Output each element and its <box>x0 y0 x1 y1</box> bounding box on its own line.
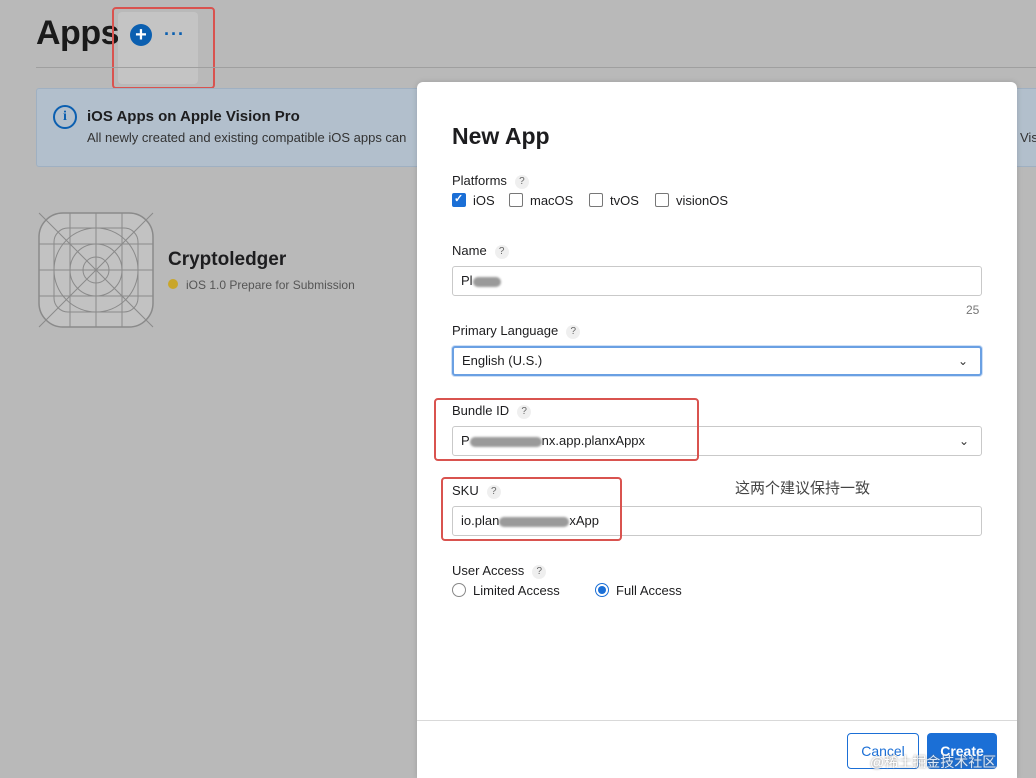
dialog-footer-divider <box>417 720 1017 721</box>
name-field[interactable]: Pl <box>452 266 982 296</box>
help-icon[interactable]: ? <box>566 325 581 339</box>
radio-full-access[interactable] <box>595 583 609 597</box>
annotation-note: 这两个建议保持一致 <box>735 480 871 497</box>
page-title: Apps <box>36 14 120 52</box>
app-name[interactable]: Cryptoledger <box>168 249 286 271</box>
name-label: Name? <box>452 243 509 259</box>
checkbox-visionos[interactable] <box>655 193 669 207</box>
checkbox-macos[interactable] <box>509 193 523 207</box>
banner-text: All newly created and existing compatibl… <box>87 130 407 145</box>
banner-text-overflow: Vis <box>1020 130 1036 145</box>
radio-limited-access-label: Limited Access <box>473 583 560 598</box>
banner-title: iOS Apps on Apple Vision Pro <box>87 108 300 125</box>
checkbox-tvos[interactable] <box>589 193 603 207</box>
platforms-label: Platforms? <box>452 173 529 189</box>
header-divider <box>36 67 1036 68</box>
name-label-text: Name <box>452 243 487 258</box>
primary-language-label: Primary Language? <box>452 323 581 339</box>
name-char-counter: 25 <box>966 303 980 317</box>
checkbox-visionos-label: visionOS <box>676 193 729 208</box>
user-access-label: User Access? <box>452 563 547 579</box>
highlight-box-sku <box>441 477 622 541</box>
app-placeholder-icon[interactable] <box>38 212 154 328</box>
watermark: @稀土掘金技术社区 <box>870 754 997 770</box>
checkbox-tvos-label: tvOS <box>610 193 639 208</box>
highlight-box-bundle-id <box>434 398 699 461</box>
help-icon[interactable]: ? <box>514 175 529 189</box>
platforms-label-text: Platforms <box>452 173 507 188</box>
info-icon: i <box>53 105 77 129</box>
name-field-value: Pl <box>461 273 473 288</box>
checkbox-macos-label: macOS <box>530 193 574 208</box>
user-access-label-text: User Access <box>452 563 525 578</box>
checkbox-ios-label: iOS <box>473 193 495 208</box>
primary-language-value: English (U.S.) <box>462 353 543 368</box>
radio-full-access-label: Full Access <box>616 583 682 598</box>
chevron-down-icon: ⌄ <box>958 434 969 448</box>
dialog-title: New App <box>452 123 550 149</box>
chevron-down-icon: ⌄ <box>957 354 968 368</box>
highlight-box-add <box>112 7 215 89</box>
help-icon[interactable]: ? <box>494 245 509 259</box>
radio-limited-access[interactable] <box>452 583 466 597</box>
primary-language-label-text: Primary Language <box>452 323 559 338</box>
primary-language-select[interactable]: English (U.S.) ⌄ <box>452 346 982 376</box>
status-dot-icon <box>168 279 178 289</box>
checkbox-ios[interactable] <box>452 192 466 207</box>
help-icon[interactable]: ? <box>532 565 547 579</box>
redacted-text <box>472 276 501 287</box>
app-status: iOS 1.0 Prepare for Submission <box>186 278 355 292</box>
